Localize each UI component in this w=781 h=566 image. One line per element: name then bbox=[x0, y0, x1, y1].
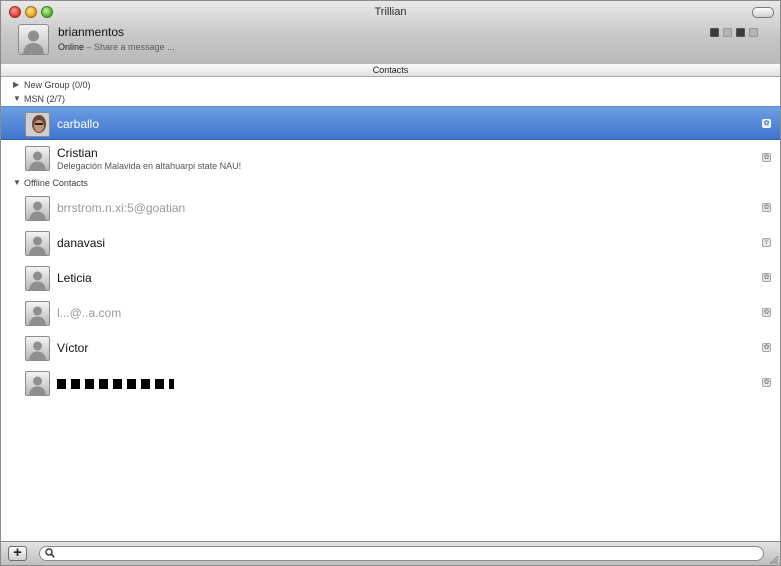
contact-photo-icon bbox=[26, 113, 49, 136]
aim-network-icon[interactable] bbox=[736, 28, 745, 37]
bottom-toolbar: + bbox=[1, 541, 780, 565]
contact-avatar bbox=[25, 196, 50, 221]
default-avatar-icon bbox=[29, 271, 46, 290]
contact-row[interactable]: l...@..a.com ✿ bbox=[1, 296, 780, 330]
search-input[interactable] bbox=[39, 546, 764, 561]
contact-list: ▶ New Group (0/0) ▼ MSN (2/7) carballo ✿ bbox=[1, 77, 780, 540]
group-new-group[interactable]: ▶ New Group (0/0) bbox=[1, 78, 780, 92]
contact-row[interactable]: danavasi Y bbox=[1, 226, 780, 260]
contact-avatar bbox=[25, 371, 50, 396]
msn-icon: ✿ bbox=[762, 378, 771, 387]
contact-row[interactable]: Víctor ✿ bbox=[1, 331, 780, 365]
contact-avatar bbox=[25, 336, 50, 361]
contact-avatar bbox=[25, 112, 50, 137]
censored-name bbox=[57, 378, 174, 389]
disclosure-down-icon: ▼ bbox=[13, 94, 21, 103]
yahoo-network-icon[interactable] bbox=[749, 28, 758, 37]
default-avatar-icon bbox=[29, 341, 46, 360]
msn-icon: ✿ bbox=[762, 153, 771, 162]
google-network-icon[interactable] bbox=[723, 28, 732, 37]
default-avatar-icon bbox=[29, 236, 46, 255]
contact-name bbox=[57, 376, 174, 390]
contact-avatar bbox=[25, 146, 50, 171]
share-message-field[interactable]: Share a message ... bbox=[94, 42, 175, 52]
default-avatar-icon bbox=[29, 201, 46, 220]
contact-row[interactable]: Cristian Delegación Malavida en altahuar… bbox=[1, 141, 780, 175]
contact-name: carballo bbox=[57, 117, 100, 131]
contact-row[interactable]: brrstrom.n.xi:5@goatian ✿ bbox=[1, 191, 780, 225]
contact-row[interactable]: ✿ bbox=[1, 366, 780, 400]
contact-avatar bbox=[25, 301, 50, 326]
trillian-window: Trillian brianmentos Online – Share a me… bbox=[0, 0, 781, 566]
group-msn[interactable]: ▼ MSN (2/7) bbox=[1, 92, 780, 106]
contact-name-text: brrstrom.n.xi:5@goatian bbox=[57, 201, 186, 215]
group-offline-contacts[interactable]: ▼ Offline Contacts bbox=[1, 176, 780, 190]
contact-name: l...@..a.com bbox=[57, 306, 122, 320]
default-avatar-icon bbox=[29, 376, 46, 395]
window-title: Trillian bbox=[374, 6, 407, 18]
redaction bbox=[185, 203, 226, 214]
msn-icon: ✿ bbox=[762, 203, 771, 212]
profile-avatar[interactable] bbox=[18, 24, 49, 55]
contact-name: Cristian bbox=[57, 146, 98, 160]
profile-status[interactable]: Online – Share a message ... bbox=[58, 42, 175, 52]
msn-icon: ✿ bbox=[762, 273, 771, 282]
default-avatar-icon bbox=[29, 306, 46, 325]
status-separator: – bbox=[84, 42, 95, 52]
msn-network-icon[interactable] bbox=[710, 28, 719, 37]
group-label: New Group (0/0) bbox=[24, 80, 91, 90]
resize-grip-icon[interactable] bbox=[769, 555, 778, 564]
group-label: Offline Contacts bbox=[24, 178, 88, 188]
contact-row[interactable]: carballo ✿ bbox=[1, 106, 780, 140]
network-icons bbox=[710, 28, 758, 37]
contact-status-message: Delegación Malavida en altahuarpi state … bbox=[57, 161, 242, 171]
yahoo-icon: Y bbox=[762, 238, 771, 247]
contact-name: danavasi bbox=[57, 236, 106, 250]
contact-avatar bbox=[25, 231, 50, 256]
add-contact-button[interactable]: + bbox=[8, 545, 27, 561]
toolbar-toggle-button[interactable] bbox=[752, 7, 774, 18]
msn-icon: ✿ bbox=[762, 343, 771, 352]
title-bar: Trillian brianmentos Online – Share a me… bbox=[1, 1, 780, 65]
contact-avatar bbox=[25, 266, 50, 291]
contact-name: Víctor bbox=[57, 341, 89, 355]
contact-row[interactable]: Leticia ✿ bbox=[1, 261, 780, 295]
msn-icon: ✿ bbox=[762, 119, 771, 128]
default-avatar-icon bbox=[29, 151, 46, 170]
contact-name: brrstrom.n.xi:5@goatian bbox=[57, 201, 226, 215]
contact-name: Leticia bbox=[57, 271, 92, 285]
group-label: MSN (2/7) bbox=[24, 94, 66, 104]
msn-icon: ✿ bbox=[762, 308, 771, 317]
disclosure-down-icon: ▼ bbox=[13, 178, 21, 187]
disclosure-right-icon: ▶ bbox=[13, 80, 20, 89]
default-avatar-icon bbox=[23, 30, 44, 54]
profile-name: brianmentos bbox=[58, 25, 125, 39]
contacts-header: Contacts bbox=[1, 64, 780, 77]
magnifier-icon bbox=[45, 548, 55, 558]
status-text: Online bbox=[58, 42, 85, 52]
